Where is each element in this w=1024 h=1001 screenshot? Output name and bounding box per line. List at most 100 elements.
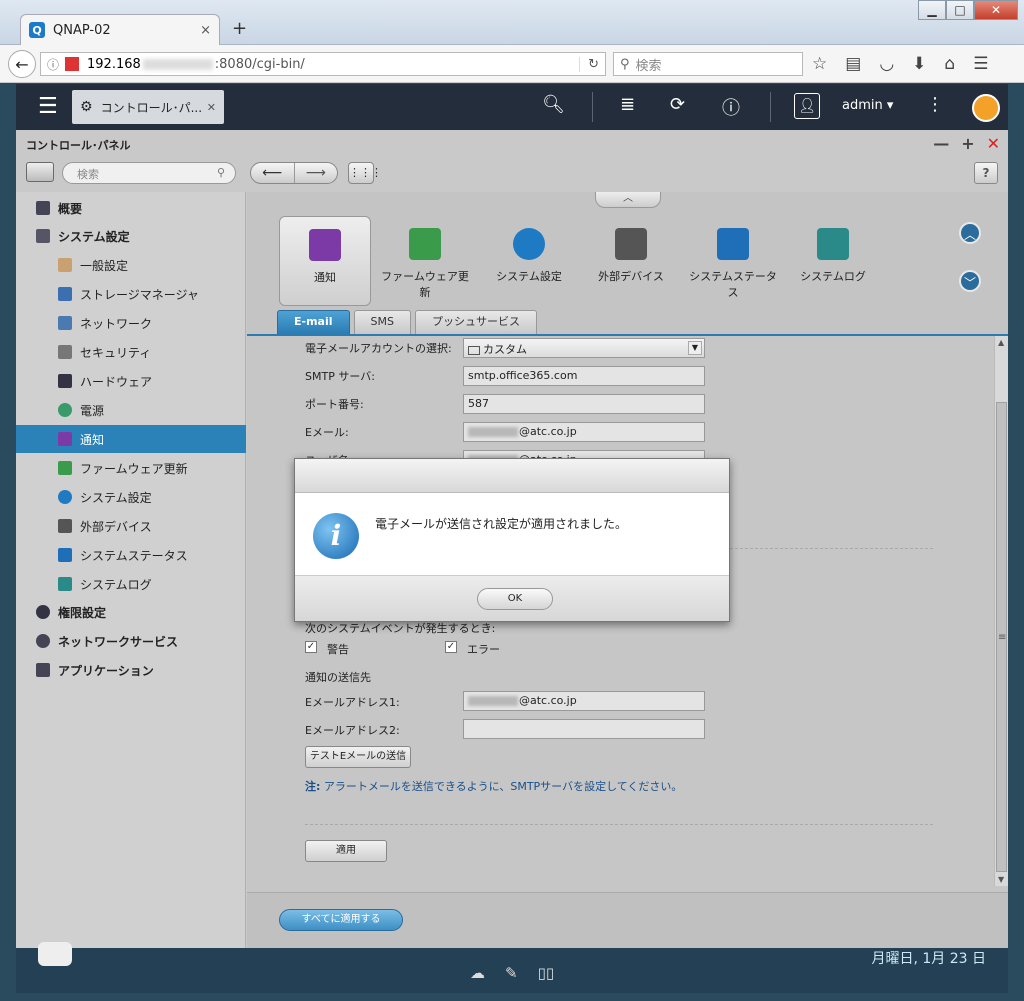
browser-tab[interactable]: Q QNAP-02 × xyxy=(20,14,220,45)
help-button[interactable]: ? xyxy=(974,162,998,184)
tab-close-icon[interactable]: × xyxy=(200,23,211,38)
sidebar-item-firmware[interactable]: ファームウェア更新 xyxy=(16,454,246,482)
sidebar-item-power[interactable]: 電源 xyxy=(16,396,246,424)
sidebar-item-network-services[interactable]: ネットワークサービス xyxy=(16,627,246,655)
cp-minimize-icon[interactable]: — xyxy=(933,134,949,153)
sidebar-item-notification[interactable]: 通知 xyxy=(16,425,246,453)
app-icon-system-settings[interactable]: システム設定 xyxy=(483,216,575,306)
nav-forward-button[interactable]: ⟶ xyxy=(295,163,338,183)
pocket-icon[interactable]: ◡ xyxy=(879,54,894,74)
address1-field[interactable]: @atc.co.jp xyxy=(463,691,705,711)
sidebar-item-system-settings[interactable]: システム設定 xyxy=(16,222,246,250)
download-icon[interactable]: ⬇ xyxy=(912,54,926,74)
background-tasks-icon[interactable]: ≣ xyxy=(620,94,635,115)
scroll-icons-up-button[interactable]: ︿ xyxy=(959,222,981,244)
tab-email[interactable]: E-mail xyxy=(277,310,350,334)
sidebar-item-general[interactable]: 一般設定 xyxy=(16,251,246,279)
insecure-lock-icon[interactable] xyxy=(65,57,80,71)
cp-close-icon[interactable]: ✕ xyxy=(987,134,1000,153)
sidebar-item-hardware[interactable]: ハードウェア xyxy=(16,367,246,395)
app-icon-system-log[interactable]: システムログ xyxy=(787,216,879,306)
sidebar-item-network[interactable]: ネットワーク xyxy=(16,309,246,337)
back-button[interactable]: ← xyxy=(8,50,36,78)
event-notification-icon[interactable]: ⓘ xyxy=(722,94,740,120)
sidebar-item-storage[interactable]: ストレージマネージャ xyxy=(16,280,246,308)
browser-titlebar: Q QNAP-02 × + ▁ □ ✕ xyxy=(0,0,1024,45)
sidebar-item-label: ネットワーク xyxy=(80,316,153,331)
sidebar-item-external-device[interactable]: 外部デバイス xyxy=(16,512,246,540)
error-checkbox[interactable]: ✓ xyxy=(445,641,457,653)
dashboard-gauge-icon[interactable] xyxy=(972,94,1000,122)
apply-button[interactable]: 適用 xyxy=(305,840,387,862)
sidebar-item-system-log[interactable]: システムログ xyxy=(16,570,246,598)
scroll-down-arrow-icon[interactable]: ▼ xyxy=(998,875,1004,884)
scroll-up-arrow-icon[interactable]: ▲ xyxy=(998,338,1004,347)
nav-back-button[interactable]: ⟵ xyxy=(251,163,295,183)
cp-search-input[interactable]: 検索 ⚲ xyxy=(62,162,236,184)
tab-push-service[interactable]: プッシュサービス xyxy=(414,310,537,334)
sidebar-item-security[interactable]: セキュリティ xyxy=(16,338,246,366)
sidebar-item-applications[interactable]: アプリケーション xyxy=(16,656,246,684)
app-tab-close-icon[interactable]: ✕ xyxy=(207,101,216,114)
reading-list-icon[interactable]: ▤ xyxy=(845,54,861,74)
admin-user-menu[interactable]: admin ▾ xyxy=(842,98,893,113)
new-tab-button[interactable]: + xyxy=(232,18,247,39)
scroll-icons-down-button[interactable]: ﹀ xyxy=(959,270,981,292)
info-icon[interactable]: ⓘ xyxy=(47,56,59,73)
search-icon[interactable]: 🔍︎ xyxy=(542,94,565,115)
grid-view-button[interactable]: ⋮⋮⋮ xyxy=(348,162,382,184)
desktop-app-icon[interactable] xyxy=(38,942,72,966)
browser-search-input[interactable]: ⚲ 検索 xyxy=(613,52,803,76)
smtp-server-field[interactable]: smtp.office365.com xyxy=(463,366,705,386)
send-test-email-button[interactable]: テストEメールの送信 xyxy=(305,746,411,768)
bookmark-star-icon[interactable]: ☆ xyxy=(812,54,827,74)
app-icon-external-device[interactable]: 外部デバイス xyxy=(585,216,677,306)
home-icon[interactable]: ⌂ xyxy=(944,54,955,74)
address2-field[interactable] xyxy=(463,719,705,739)
sidebar-item-system-status[interactable]: システムステータス xyxy=(16,541,246,569)
smtp-note: 注: アラートメールを送信できるように、SMTPサーバを設定してください。 xyxy=(305,778,682,794)
sidebar-item-privilege[interactable]: 権限設定 xyxy=(16,598,246,626)
app-icon-system-status[interactable]: システムステータス xyxy=(687,216,779,306)
url-bar[interactable]: ⓘ 192.168 :8080/cgi-bin/ ↻ xyxy=(40,52,606,76)
lock-icon xyxy=(58,345,72,359)
email-field[interactable]: @atc.co.jp xyxy=(463,422,705,442)
sidebar-item-overview[interactable]: 概要 xyxy=(16,194,246,222)
collapse-icons-button[interactable]: ︿ xyxy=(595,192,661,208)
chevron-down-icon: ▼ xyxy=(688,341,702,355)
sidebar-item-system-config[interactable]: システム設定 xyxy=(16,483,246,511)
tab-sms[interactable]: SMS xyxy=(353,310,411,334)
ok-button[interactable]: OK xyxy=(477,588,553,610)
app-icon-label: 外部デバイス xyxy=(598,270,664,283)
panel-scrollbar[interactable]: ▲ ≡ ▼ xyxy=(994,336,1008,886)
control-panel-app-tab[interactable]: ⚙ コントロール･パ... ✕ xyxy=(72,90,224,124)
app-icon-label: システムログ xyxy=(800,270,866,283)
user-avatar-icon[interactable]: 👤︎ xyxy=(794,93,820,119)
log-icon xyxy=(817,228,849,260)
external-device-icon[interactable]: ⟳ xyxy=(670,94,685,115)
apply-all-button[interactable]: すべてに適用する xyxy=(279,909,403,931)
main-menu-icon[interactable]: ☰ xyxy=(38,94,58,119)
maximize-button[interactable]: □ xyxy=(946,0,974,20)
minimize-button[interactable]: ▁ xyxy=(918,0,946,20)
account-select[interactable]: カスタム ▼ xyxy=(463,338,705,358)
log-icon xyxy=(58,577,72,591)
cloud-icon[interactable]: ☁ xyxy=(470,964,485,982)
sidebar-item-label: 通知 xyxy=(80,432,105,447)
hamburger-menu-icon[interactable]: ☰ xyxy=(973,54,988,74)
reload-icon[interactable]: ↻ xyxy=(579,56,599,72)
more-options-icon[interactable]: ⋮ xyxy=(926,94,944,115)
close-window-button[interactable]: ✕ xyxy=(974,0,1018,20)
tools-icon[interactable]: ✎ xyxy=(505,964,518,982)
warning-checkbox[interactable]: ✓ xyxy=(305,641,317,653)
app-icon-notification[interactable]: 通知 xyxy=(279,216,371,306)
toggle-sidebar-button[interactable] xyxy=(26,162,54,182)
sidebar-item-label: システム設定 xyxy=(58,229,130,244)
address1-label: Eメールアドレス1: xyxy=(305,696,400,709)
book-icon[interactable]: ▯▯ xyxy=(538,964,555,982)
account-select-value: カスタム xyxy=(483,343,527,356)
app-icon-firmware[interactable]: ファームウェア更新 xyxy=(379,216,471,306)
cp-maximize-icon[interactable]: + xyxy=(961,134,974,153)
app-tab-label: コントロール･パ... xyxy=(100,100,203,115)
port-field[interactable]: 587 xyxy=(463,394,705,414)
